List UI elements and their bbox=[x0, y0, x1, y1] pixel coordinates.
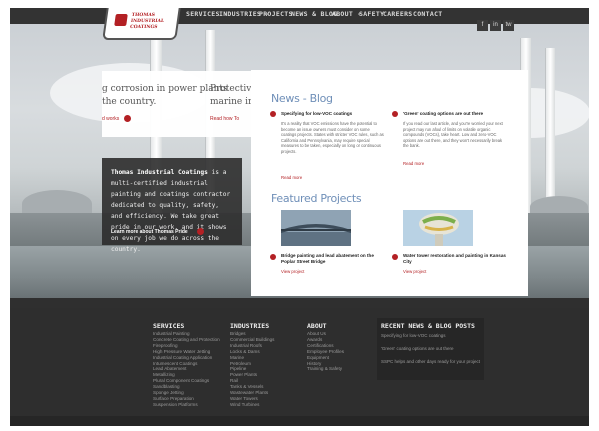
recent-post-link[interactable]: 'Green' coating options are out there bbox=[381, 346, 481, 352]
learn-more-link[interactable]: Learn more about Thomas Pride bbox=[111, 229, 188, 235]
footer-link[interactable]: Suspension Platforms bbox=[153, 402, 220, 408]
nav-contact[interactable]: CONTACT bbox=[413, 10, 443, 18]
news-item-title[interactable]: 'Green' coating options are out there bbox=[403, 111, 508, 117]
nav-about[interactable]: ABOUT - bbox=[332, 10, 362, 18]
footer-link[interactable]: Employee Profiles bbox=[307, 349, 344, 355]
view-project-link[interactable]: View project bbox=[403, 269, 426, 274]
content-panel: News - Blog Specifying for low-VOC coati… bbox=[251, 70, 528, 296]
logo-text-line3: COATINGS bbox=[129, 25, 158, 30]
project-thumbnail-bridge[interactable] bbox=[281, 210, 351, 246]
site-logo[interactable]: THOMAS INDUSTRIAL COATINGS bbox=[102, 8, 182, 40]
news-blog-title: News - Blog bbox=[271, 92, 333, 105]
hero-news-headline-1: g corrosion in power plants bbox=[102, 84, 228, 94]
footer-bottom-bar bbox=[10, 416, 589, 426]
project-thumbnail-water-tower[interactable] bbox=[403, 210, 473, 246]
footer-about-list: About Us Awards Certifications Employee … bbox=[307, 331, 344, 372]
logo-text-line2: INDUSTRIAL bbox=[130, 19, 165, 24]
nav-safety[interactable]: SAFETY bbox=[359, 10, 384, 18]
hero-news2-headline-2: marine ir bbox=[210, 97, 253, 107]
logo-mark-icon bbox=[114, 14, 128, 26]
footer-industries-title: INDUSTRIES bbox=[230, 322, 270, 330]
bullet-icon bbox=[270, 254, 276, 260]
about-company-name: Thomas Industrial Coatings bbox=[111, 169, 208, 176]
footer-link[interactable]: Concrete Coating and Protection bbox=[153, 337, 220, 343]
arrow-right-icon[interactable] bbox=[124, 115, 131, 122]
footer-link[interactable]: Industrial Coating Application bbox=[153, 355, 220, 361]
news-item-body: It's a reality that VOC emissions have t… bbox=[281, 121, 384, 154]
hero-news-card: g corrosion in power plants the country.… bbox=[102, 71, 252, 137]
hero-news2-headline-1: Protectiv bbox=[210, 84, 252, 94]
news-item-title[interactable]: Specifying for low-VOC coatings bbox=[281, 111, 386, 117]
recent-posts-box: RECENT NEWS & BLOG POSTS Specifying for … bbox=[377, 318, 484, 380]
footer-link[interactable]: High Pressure Water Jetting bbox=[153, 349, 220, 355]
read-more-link[interactable]: Read more bbox=[403, 161, 424, 166]
footer-link[interactable]: Commercial Buildings bbox=[230, 337, 274, 343]
nav-careers[interactable]: CAREERS bbox=[383, 10, 413, 18]
footer-services-title: SERVICES bbox=[153, 322, 185, 330]
bullet-icon bbox=[270, 111, 276, 117]
facebook-icon[interactable]: f bbox=[477, 20, 488, 31]
bullet-icon bbox=[392, 111, 398, 117]
footer-services-list: Industrial Painting Concrete Coating and… bbox=[153, 331, 220, 408]
browser-page: SERVICES - INDUSTRIES - PROJECTS NEWS & … bbox=[10, 8, 589, 426]
featured-projects-title: Featured Projects bbox=[271, 192, 362, 205]
project-title[interactable]: Bridge painting and lead abatement on th… bbox=[281, 253, 386, 265]
bullet-icon bbox=[392, 254, 398, 260]
linkedin-icon[interactable]: in bbox=[490, 20, 501, 31]
hero-news2-link[interactable]: Read how To bbox=[210, 116, 239, 122]
logo-text-line1: THOMAS bbox=[131, 13, 156, 18]
footer-link[interactable]: Wind Turbines bbox=[230, 402, 274, 408]
footer-about-title: ABOUT bbox=[307, 322, 327, 330]
project-title[interactable]: Water tower restoration and painting in … bbox=[403, 253, 508, 265]
arrow-right-icon[interactable] bbox=[197, 228, 204, 235]
about-text: Thomas Industrial Coatings is a multi-ce… bbox=[111, 167, 233, 255]
nav-news-blog[interactable]: NEWS & BLOG bbox=[291, 10, 337, 18]
about-description: is a multi-certified industrial painting… bbox=[111, 169, 231, 253]
view-project-link[interactable]: View project bbox=[281, 269, 304, 274]
hero-news-link[interactable]: d works bbox=[102, 116, 119, 122]
footer-industries-list: Bridges Commercial Buildings Industrial … bbox=[230, 331, 274, 408]
nav-projects[interactable]: PROJECTS bbox=[259, 10, 293, 18]
read-more-link[interactable]: Read more bbox=[281, 175, 302, 180]
site-footer: SERVICES Industrial Painting Concrete Co… bbox=[10, 308, 589, 426]
recent-posts-title: RECENT NEWS & BLOG POSTS bbox=[381, 322, 475, 330]
hero-news-headline-2: the country. bbox=[102, 97, 157, 107]
news-item-body: If you read our last article, and you're… bbox=[403, 121, 503, 149]
twitter-icon[interactable]: tw bbox=[503, 20, 514, 31]
footer-link[interactable]: Training & Safety bbox=[307, 366, 344, 372]
recent-post-link[interactable]: Specifying for low-VOC coatings bbox=[381, 333, 481, 339]
recent-post-link[interactable]: SSPC helps and other days ready for your… bbox=[381, 359, 481, 365]
about-card: Thomas Industrial Coatings is a multi-ce… bbox=[102, 158, 242, 253]
